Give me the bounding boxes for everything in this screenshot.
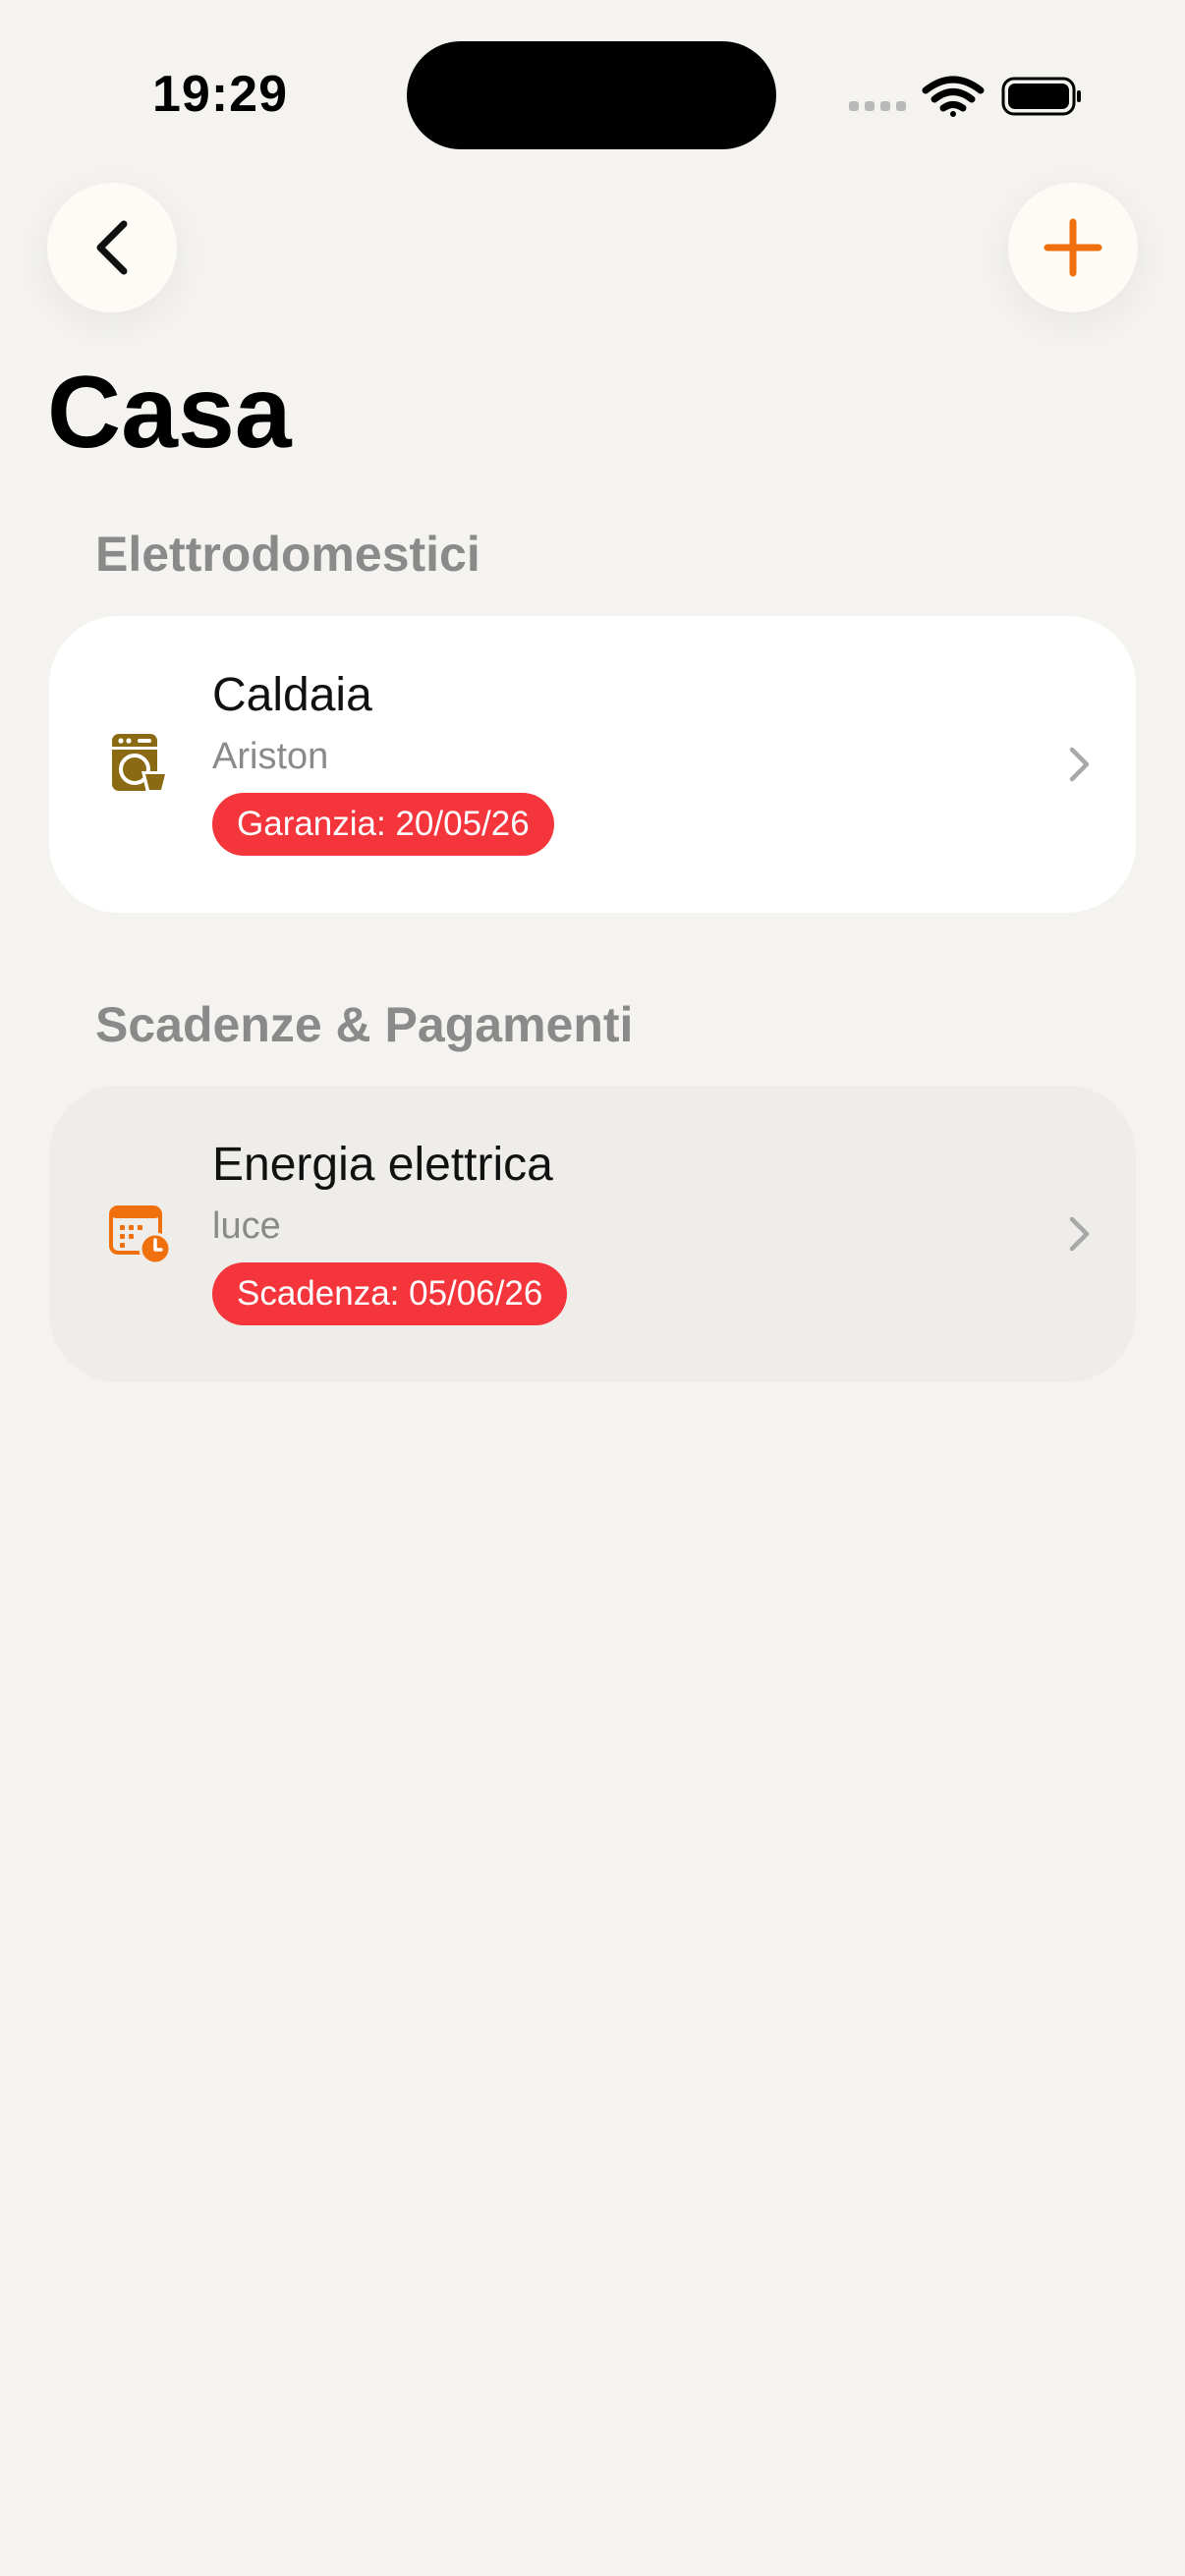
item-subtitle: Ariston [212,736,329,777]
calendar-clock-icon [109,1205,171,1264]
page-title: Casa [47,356,292,470]
plus-icon [1044,218,1102,277]
item-subtitle: luce [212,1205,281,1247]
section-title-deadlines: Scadenze & Pagamenti [95,997,634,1052]
list-item-energia-elettrica[interactable]: Energia elettrica luce Scadenza: 05/06/2… [49,1086,1136,1382]
chevron-left-icon [96,220,128,275]
cellular-signal-icon [849,101,906,111]
chevron-right-icon [1069,747,1090,782]
section-title-appliances: Elettrodomestici [95,527,480,582]
status-time: 19:29 [152,66,288,123]
chevron-right-icon [1069,1216,1090,1252]
item-title: Caldaia [212,669,372,721]
item-title: Energia elettrica [212,1139,553,1191]
list-item-caldaia[interactable]: Caldaia Ariston Garanzia: 20/05/26 [49,616,1136,913]
add-button[interactable] [1008,183,1138,312]
battery-icon [1001,77,1081,116]
deadline-badge: Scadenza: 05/06/26 [212,1262,568,1325]
wifi-icon [922,76,985,117]
back-button[interactable] [47,183,177,312]
dynamic-island [407,41,776,149]
warranty-badge: Garanzia: 20/05/26 [212,793,554,856]
washing-machine-icon [112,734,169,793]
status-icons [849,76,1081,117]
